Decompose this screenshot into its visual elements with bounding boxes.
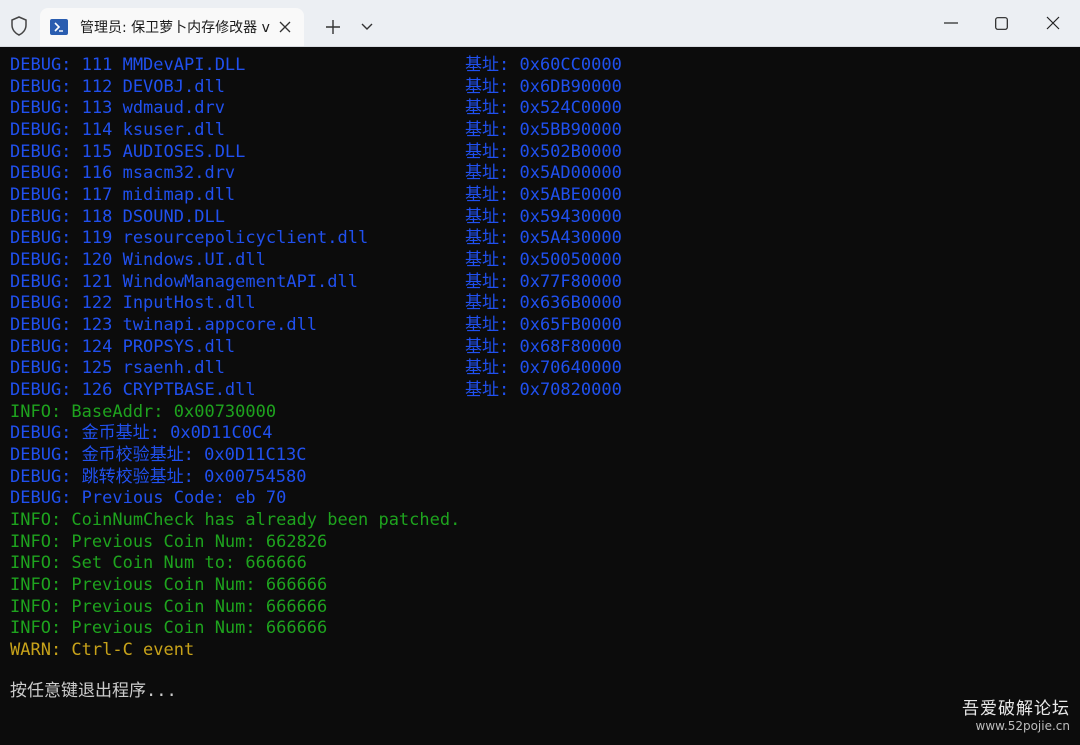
module-base-address: 基址: 0x77F80000 (465, 271, 622, 292)
log-line: INFO: Previous Coin Num: 662826 (10, 531, 328, 552)
module-name: DEBUG: 125 rsaenh.dll (10, 358, 225, 379)
module-line: DEBUG: 115 AUDIOSES.DLL 基址: 0x502B0000 (10, 141, 622, 163)
module-base-address: 基址: 0x68F80000 (465, 336, 622, 357)
module-name: DEBUG: 115 AUDIOSES.DLL (10, 141, 246, 162)
log-line: INFO: Set Coin Num to: 666666 (10, 553, 307, 574)
module-base-address: 基址: 0x5ABE0000 (465, 184, 622, 205)
log-line: WARN: Ctrl-C event (10, 639, 195, 660)
module-name: DEBUG: 124 PROPSYS.dll (10, 336, 236, 357)
title-bar: 管理员: 保卫萝卜内存修改器 v (0, 0, 1080, 47)
plus-icon (326, 20, 340, 34)
module-base-address: 基址: 0x59430000 (465, 206, 622, 227)
module-base-address: 基址: 0x60CC0000 (465, 55, 622, 75)
module-line: DEBUG: 116 msacm32.drv 基址: 0x5AD00000 (10, 163, 622, 184)
module-name: DEBUG: 112 DEVOBJ.dll (10, 76, 225, 97)
log-line: INFO: Previous Coin Num: 666666 (10, 596, 328, 617)
watermark-url: www.52pojie.cn (975, 719, 1070, 733)
module-base-address: 基址: 0x5AD00000 (465, 163, 622, 184)
module-line: DEBUG: 124 PROPSYS.dll 基址: 0x68F80000 (10, 336, 622, 358)
module-line: DEBUG: 125 rsaenh.dll 基址: 0x70640000 (10, 358, 622, 379)
module-base-address: 基址: 0x50050000 (465, 249, 622, 270)
module-name: DEBUG: 126 CRYPTBASE.dll (10, 379, 256, 400)
minimize-button[interactable] (928, 4, 974, 42)
module-name: DEBUG: 121 WindowManagementAPI.dll (10, 271, 358, 292)
module-base-address: 基址: 0x502B0000 (465, 141, 622, 162)
log-line: INFO: BaseAddr: 0x00730000 (10, 401, 277, 422)
log-line: INFO: Previous Coin Num: 666666 (10, 574, 328, 595)
module-base-address: 基址: 0x5BB90000 (465, 119, 622, 140)
module-line: DEBUG: 123 twinapi.appcore.dll 基址: 0x65FB… (10, 314, 622, 336)
shield-icon[interactable] (8, 15, 30, 37)
module-name: DEBUG: 111 MMDevAPI.DLL (10, 55, 246, 75)
close-window-button[interactable] (1030, 4, 1076, 42)
chevron-down-icon (361, 23, 373, 30)
module-line: DEBUG: 111 MMDevAPI.DLL 基址: 0x60CC0000 (10, 55, 622, 76)
new-tab-button[interactable] (320, 14, 346, 40)
terminal-output[interactable]: DEBUG: 111 MMDevAPI.DLL 基址: 0x60CC0000 DEB… (0, 46, 1080, 745)
log-line: INFO: Previous Coin Num: 666666 (10, 618, 328, 639)
module-line: DEBUG: 119 resourcepolicyclient.dll 基址: 0… (10, 228, 622, 249)
module-name: DEBUG: 114 ksuser.dll (10, 119, 225, 140)
module-name: DEBUG: 113 wdmaud.drv (10, 98, 225, 119)
minimize-icon (944, 22, 958, 24)
log-line: DEBUG: 金币校验基址: 0x0D11C13C (10, 444, 307, 465)
module-base-address: 基址: 0x524C0000 (465, 98, 622, 119)
watermark: 吾爱破解论坛 www.52pojie.cn (962, 694, 1070, 733)
module-base-address: 基址: 0x70820000 (465, 379, 622, 400)
module-name: DEBUG: 122 InputHost.dll (10, 293, 256, 314)
module-base-address: 基址: 0x70640000 (465, 358, 622, 379)
module-line: DEBUG: 112 DEVOBJ.dll 基址: 0x6DB90000 (10, 76, 622, 98)
module-line: DEBUG: 121 WindowManagementAPI.dll 基址: 0x… (10, 271, 622, 293)
module-base-address: 基址: 0x5A430000 (465, 228, 622, 249)
module-name: DEBUG: 120 Windows.UI.dll (10, 249, 266, 270)
module-name: DEBUG: 116 msacm32.drv (10, 163, 236, 184)
module-name: DEBUG: 123 twinapi.appcore.dll (10, 314, 318, 335)
module-line: DEBUG: 117 midimap.dll 基址: 0x5ABE0000 (10, 184, 622, 206)
log-line: INFO: CoinNumCheck has already been patc… (10, 509, 461, 530)
module-line: DEBUG: 114 ksuser.dll 基址: 0x5BB90000 (10, 119, 622, 141)
module-base-address: 基址: 0x636B0000 (465, 293, 622, 314)
close-window-icon (1046, 16, 1060, 30)
powershell-icon (50, 19, 68, 35)
tab-title: 管理员: 保卫萝卜内存修改器 v (80, 20, 270, 36)
close-icon[interactable] (276, 18, 294, 36)
module-name: DEBUG: 117 midimap.dll (10, 184, 236, 205)
log-line: DEBUG: 跳转校验基址: 0x00754580 (10, 466, 307, 487)
watermark-title: 吾爱破解论坛 (962, 699, 1070, 719)
maximize-button[interactable] (978, 4, 1024, 42)
exit-prompt: 按任意键退出程序... (10, 681, 177, 701)
module-line: DEBUG: 122 InputHost.dll 基址: 0x636B0000 (10, 293, 622, 314)
module-line: DEBUG: 120 Windows.UI.dll 基址: 0x50050000 (10, 249, 622, 271)
module-base-address: 基址: 0x65FB0000 (465, 314, 622, 335)
tab-dropdown-button[interactable] (354, 14, 380, 40)
module-base-address: 基址: 0x6DB90000 (465, 76, 622, 97)
module-name: DEBUG: 118 DSOUND.DLL (10, 206, 225, 227)
module-name: DEBUG: 119 resourcepolicyclient.dll (10, 228, 369, 249)
tab-terminal[interactable]: 管理员: 保卫萝卜内存修改器 v (40, 8, 304, 46)
module-line: DEBUG: 113 wdmaud.drv 基址: 0x524C0000 (10, 98, 622, 119)
module-line: DEBUG: 126 CRYPTBASE.dll 基址: 0x70820000 (10, 379, 622, 401)
maximize-icon (994, 16, 1008, 30)
log-line: DEBUG: 金币基址: 0x0D11C0C4 (10, 423, 273, 444)
log-line: DEBUG: Previous Code: eb 70 (10, 488, 287, 509)
module-line: DEBUG: 118 DSOUND.DLL 基址: 0x59430000 (10, 206, 622, 228)
